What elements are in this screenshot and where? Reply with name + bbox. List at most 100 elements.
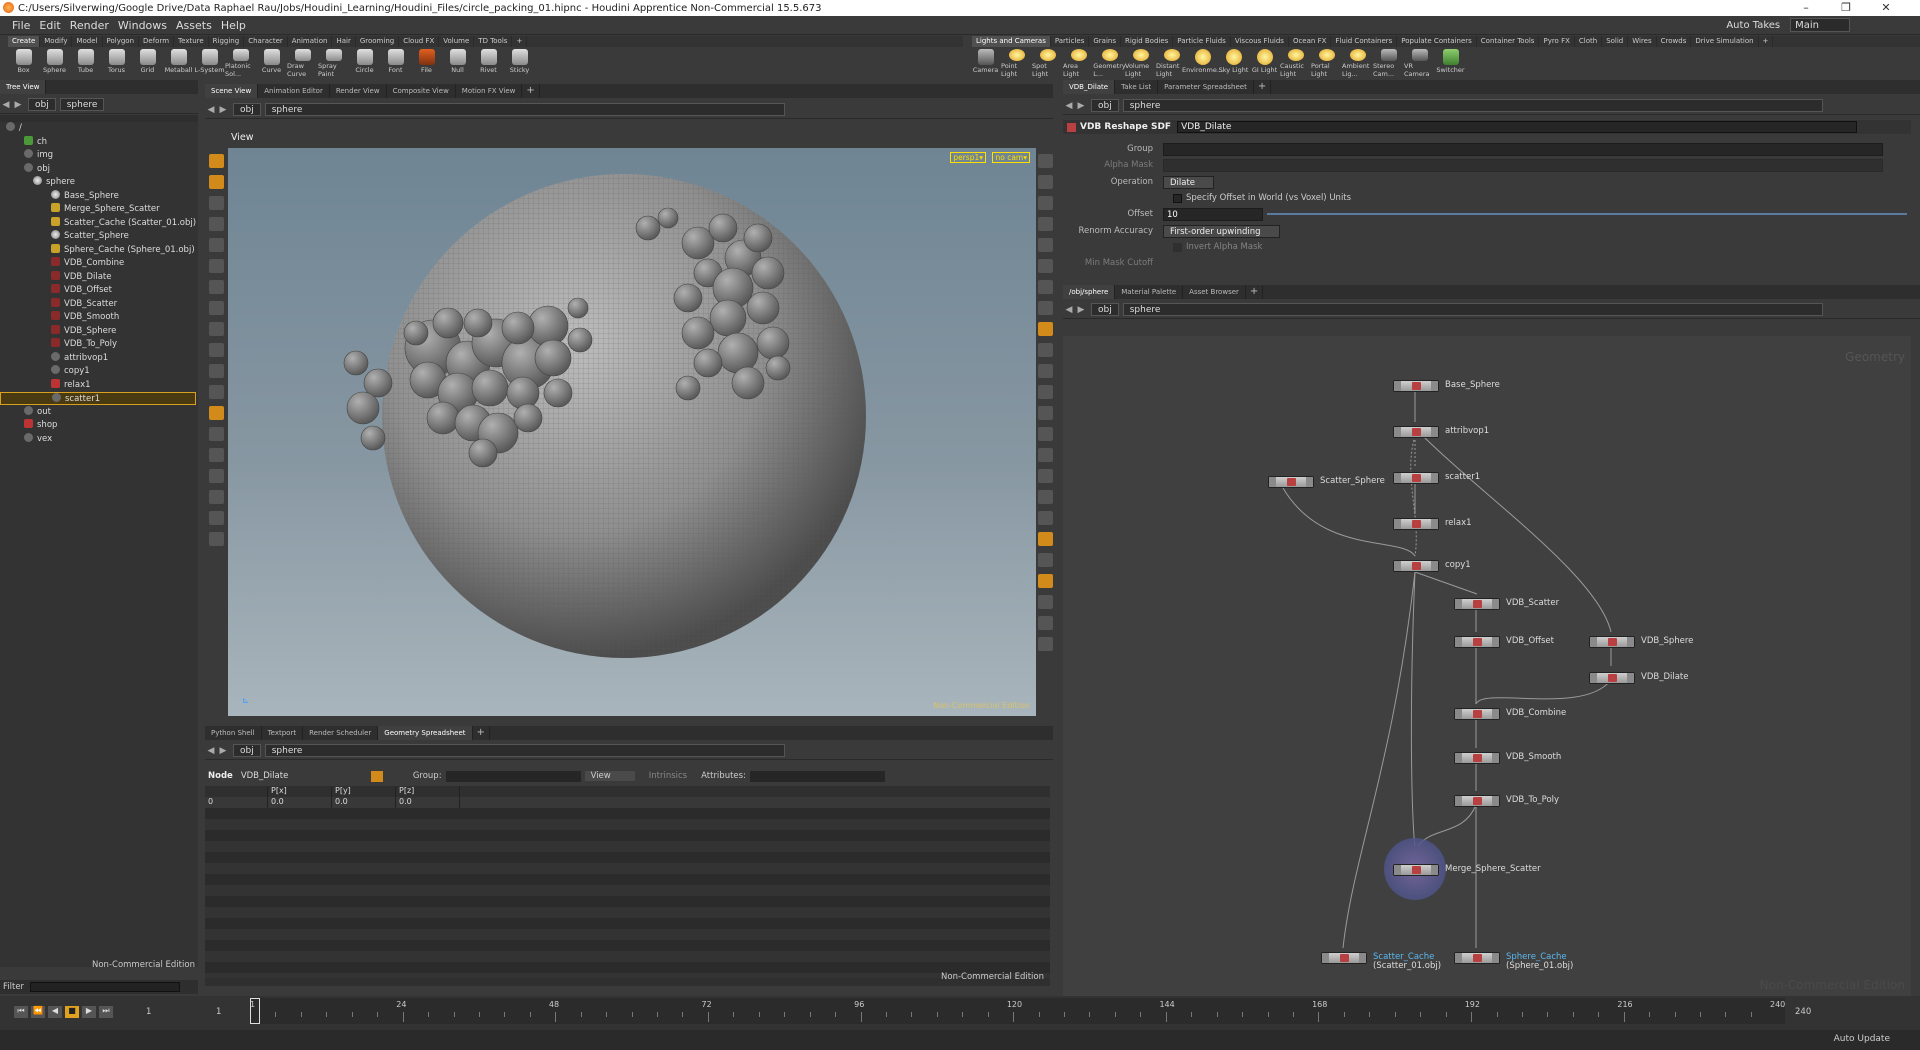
forward-arrow-icon[interactable]: ▶ <box>1075 101 1087 111</box>
path-node[interactable]: sphere <box>264 103 785 116</box>
scene-tab[interactable]: Render View <box>330 84 387 98</box>
network-tab[interactable]: Material Palette <box>1115 285 1184 299</box>
tree-item[interactable]: Scatter_Cache (Scatter_01.obj) <box>0 216 196 230</box>
tree-item[interactable]: scatter1 <box>0 392 196 405</box>
tree-item[interactable]: ch <box>0 135 196 149</box>
display-option-icon[interactable] <box>1038 385 1053 399</box>
path-obj[interactable]: obj <box>233 744 261 757</box>
network-node[interactable] <box>1393 380 1439 392</box>
shelf-tool[interactable]: Sphere <box>39 48 70 78</box>
shelf-tab[interactable]: Cloth <box>1575 36 1603 47</box>
path-node[interactable]: sphere <box>264 744 785 757</box>
node-flag[interactable] <box>1455 753 1462 763</box>
shelf-tool[interactable]: Environme... <box>1182 48 1223 78</box>
shelf-tab[interactable]: Rigging <box>209 36 245 47</box>
node-display-flag[interactable] <box>1492 709 1499 719</box>
shelf-tool[interactable]: Curve <box>256 48 287 78</box>
minimize-button[interactable]: – <box>1786 0 1826 16</box>
shelf-tool[interactable]: Geometry L... <box>1093 48 1126 78</box>
tree-item[interactable]: Scatter_Sphere <box>0 230 196 243</box>
shelf-tab[interactable]: Particles <box>1051 36 1090 47</box>
shelf-tool[interactable]: Ambient Lig... <box>1342 48 1373 78</box>
node-flag[interactable] <box>1394 519 1401 529</box>
scene-tab[interactable]: + <box>522 84 540 98</box>
network-node[interactable] <box>1393 560 1439 572</box>
network-tab[interactable]: + <box>1246 285 1264 299</box>
shelf-tab[interactable]: Modify <box>40 36 73 47</box>
display-option-icon[interactable] <box>1038 154 1053 168</box>
display-option-icon[interactable] <box>1038 427 1053 441</box>
menu-item[interactable]: File <box>12 19 30 32</box>
tab-tree-view[interactable]: Tree View <box>0 80 47 94</box>
node-flag[interactable] <box>1322 953 1329 963</box>
shelf-tool[interactable]: Spot Light <box>1032 48 1063 78</box>
shelf-tab[interactable]: Fluid Containers <box>1331 36 1398 47</box>
node-display-flag[interactable] <box>1431 381 1438 391</box>
viewport-tool-icon[interactable] <box>209 532 224 546</box>
viewport-tool-icon[interactable] <box>209 259 224 273</box>
shelf-tool[interactable]: Box <box>8 48 39 78</box>
filter-input[interactable] <box>30 982 181 992</box>
tree-item[interactable]: Merge_Sphere_Scatter <box>0 203 196 216</box>
tree-item[interactable]: relax1 <box>0 378 196 392</box>
forward-arrow-icon[interactable]: ▶ <box>217 105 229 115</box>
frame-field[interactable]: 1 <box>146 1007 151 1017</box>
points-icon[interactable] <box>370 770 383 782</box>
menu-item[interactable]: Render <box>70 19 109 32</box>
display-option-icon[interactable] <box>1038 595 1053 609</box>
spread-tab[interactable]: Render Scheduler <box>303 726 379 740</box>
node-display-flag[interactable] <box>1431 865 1438 875</box>
maximize-button[interactable]: ❐ <box>1826 0 1866 16</box>
shelf-tab[interactable]: Cloud FX <box>399 36 440 47</box>
node-display-flag[interactable] <box>1627 673 1634 683</box>
shelf-tab[interactable]: Particle Fluids <box>1173 36 1231 47</box>
node-flag[interactable] <box>1394 427 1401 437</box>
shelf-tab[interactable]: Viscous Fluids <box>1231 36 1289 47</box>
nocam-select[interactable]: no cam▾ <box>992 152 1030 163</box>
shelf-tool[interactable]: Switcher <box>1435 48 1466 78</box>
group-input[interactable] <box>445 770 581 782</box>
shelf-tool[interactable]: Sticky <box>504 48 535 78</box>
shelf-tool[interactable]: Volume Light <box>1125 48 1156 78</box>
viewport-tool-icon[interactable] <box>209 238 224 252</box>
shelf-tab[interactable]: Crowds <box>1657 36 1692 47</box>
viewport-tool-icon[interactable] <box>209 343 224 357</box>
shelf-tool[interactable]: Platonic Sol... <box>225 48 256 78</box>
menu-item[interactable]: Edit <box>39 19 60 32</box>
end-frame-field[interactable]: 240 <box>1795 1007 1811 1017</box>
shelf-tab[interactable]: Pyro FX <box>1539 36 1575 47</box>
viewport-tool-icon[interactable] <box>209 154 224 168</box>
shelf-tab[interactable]: Volume <box>439 36 475 47</box>
forward-arrow-icon[interactable]: ▶ <box>1075 305 1087 315</box>
display-option-icon[interactable] <box>1038 511 1053 525</box>
viewport-tool-icon[interactable] <box>209 385 224 399</box>
shelf-tool[interactable]: L-System <box>194 48 225 78</box>
shelf-tab[interactable]: Character <box>244 36 288 47</box>
network-node[interactable] <box>1454 636 1500 648</box>
display-option-icon[interactable] <box>1038 553 1053 567</box>
shelf-tab[interactable]: Rigid Bodies <box>1121 36 1174 47</box>
viewport-tool-icon[interactable] <box>209 301 224 315</box>
tree-item[interactable]: VDB_To_Poly <box>0 338 196 351</box>
path-node[interactable]: sphere <box>1122 303 1823 316</box>
operation-select[interactable]: Dilate <box>1163 175 1215 189</box>
alpha-mask-field[interactable] <box>1163 158 1883 172</box>
node-flag[interactable] <box>1455 637 1462 647</box>
auto-update-select[interactable]: Auto Update <box>1834 1034 1890 1044</box>
viewport-tool-icon[interactable] <box>209 322 224 336</box>
menu-item[interactable]: Windows <box>118 19 167 32</box>
network-node[interactable] <box>1393 472 1439 484</box>
node-display-flag[interactable] <box>1492 796 1499 806</box>
shelf-tab[interactable]: Drive Simulation <box>1691 36 1759 47</box>
network-node[interactable] <box>1454 708 1500 720</box>
node-display-flag[interactable] <box>1627 637 1634 647</box>
view-select[interactable]: View <box>584 771 635 781</box>
shelf-tool[interactable]: Area Light <box>1063 48 1094 78</box>
shelf-tool[interactable]: Portal Light <box>1311 48 1342 78</box>
shelf-tab[interactable]: Container Tools <box>1477 36 1540 47</box>
jump-end-icon[interactable]: ⏭ <box>99 1006 113 1018</box>
path-node[interactable]: sphere <box>1122 99 1823 112</box>
path-obj[interactable]: obj <box>28 98 56 111</box>
tree-item[interactable]: VDB_Scatter <box>0 297 196 311</box>
shelf-tab[interactable]: Wires <box>1628 36 1657 47</box>
